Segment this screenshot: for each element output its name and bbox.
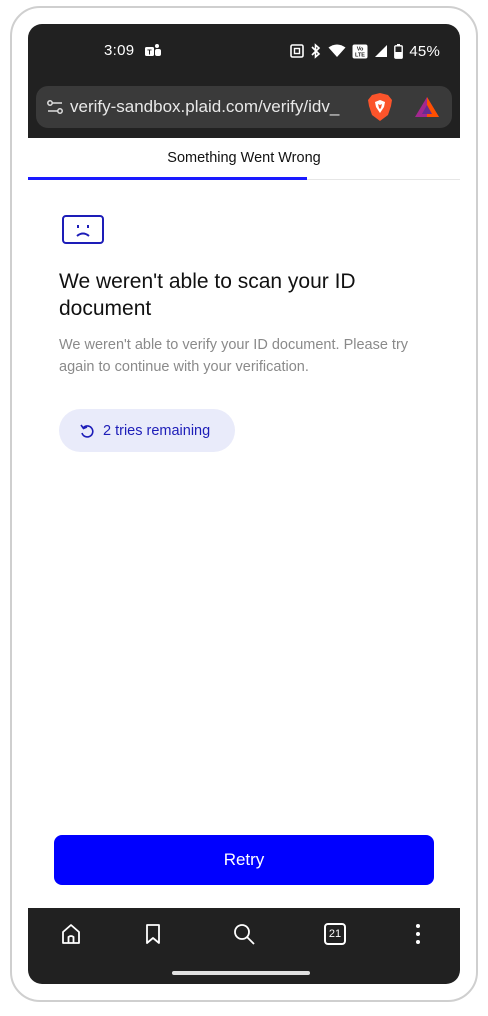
error-description: We weren't able to verify your ID docume… bbox=[59, 337, 409, 375]
wifi-icon bbox=[328, 44, 346, 57]
sad-face-icon bbox=[62, 215, 104, 244]
page-header: Something Went Wrong bbox=[28, 138, 460, 180]
progress-bar bbox=[28, 177, 307, 180]
tries-remaining-label: 2 tries remaining bbox=[103, 422, 211, 439]
svg-text:T: T bbox=[147, 50, 152, 57]
nfc-icon bbox=[290, 44, 305, 58]
search-icon[interactable] bbox=[232, 922, 256, 946]
battery-icon bbox=[394, 43, 404, 59]
signal-icon bbox=[375, 45, 388, 57]
url-text[interactable]: verify-sandbox.plaid.com/verify/idv_ bbox=[70, 97, 364, 119]
svg-text:LTE: LTE bbox=[355, 52, 365, 58]
battery-percentage: 45% bbox=[409, 42, 440, 60]
menu-icon[interactable] bbox=[406, 922, 430, 946]
address-bar[interactable]: verify-sandbox.plaid.com/verify/idv_ bbox=[36, 86, 452, 128]
tabs-icon[interactable]: 21 bbox=[324, 923, 346, 945]
tune-icon[interactable] bbox=[46, 98, 64, 116]
teams-icon: T bbox=[145, 44, 161, 57]
status-icons: Vo LTE 45% bbox=[290, 41, 440, 61]
page-title: Something Went Wrong bbox=[167, 150, 321, 166]
brave-shield-icon[interactable] bbox=[366, 92, 394, 122]
tries-remaining-badge: 2 tries remaining bbox=[59, 409, 235, 452]
bluetooth-icon bbox=[311, 43, 321, 59]
bookmark-icon[interactable] bbox=[141, 922, 165, 946]
home-icon[interactable] bbox=[59, 922, 83, 946]
browser-bottom-nav: 21 bbox=[28, 908, 460, 960]
brave-rewards-icon[interactable] bbox=[414, 96, 440, 118]
gesture-area bbox=[28, 960, 460, 984]
retry-button[interactable]: Retry bbox=[54, 835, 434, 885]
error-title: We weren't able to scan your ID document bbox=[59, 270, 356, 320]
status-bar: 3:09 T Vo LTE 45% bbox=[28, 24, 460, 80]
gesture-handle[interactable] bbox=[172, 971, 310, 975]
retry-arrow-icon bbox=[80, 424, 94, 438]
browser-toolbar: verify-sandbox.plaid.com/verify/idv_ bbox=[28, 80, 460, 138]
volte-icon: Vo LTE bbox=[352, 44, 368, 58]
phone-screen: 3:09 T Vo LTE 45% verify-sandbox.plaid.c… bbox=[28, 24, 460, 984]
status-time: 3:09 bbox=[104, 42, 135, 59]
